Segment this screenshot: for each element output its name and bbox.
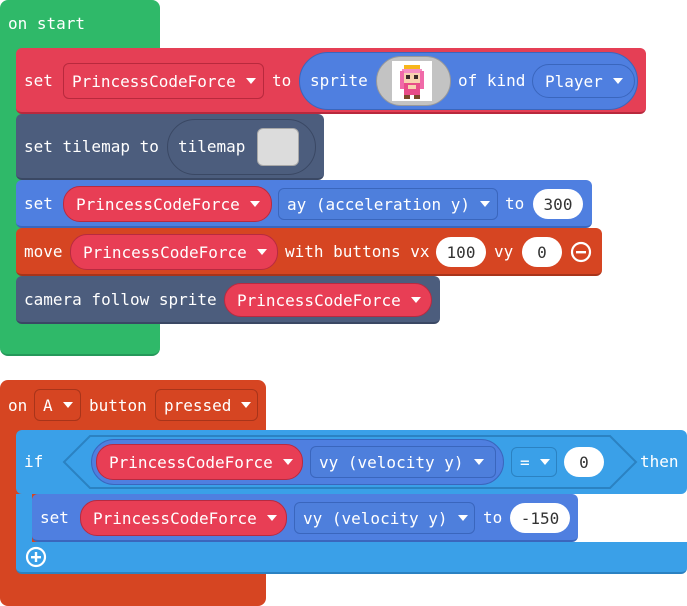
to-label: to <box>505 194 525 213</box>
condition-property-dropdown[interactable]: vy (velocity y) <box>310 446 496 478</box>
event-label: pressed <box>164 395 232 415</box>
chevron-down-icon <box>410 297 421 303</box>
kind-dropdown[interactable]: Player <box>532 64 635 98</box>
set-velocity-variable-label: PrincessCodeForce <box>93 508 257 528</box>
operator-label: = <box>520 452 530 472</box>
vy-label: vy <box>494 242 514 261</box>
sprite-label: sprite <box>310 71 368 90</box>
accel-property-label: ay (acceleration y) <box>287 194 471 214</box>
set-label: set <box>24 194 53 213</box>
camera-variable-label: PrincessCodeForce <box>237 290 401 310</box>
camera-follow-label: camera follow sprite <box>24 290 217 309</box>
chevron-down-icon <box>539 459 550 465</box>
accel-property-dropdown[interactable]: ay (acceleration y) <box>278 188 498 220</box>
chevron-down-icon <box>266 515 277 521</box>
chevron-down-icon <box>612 78 623 84</box>
set-label: set <box>24 71 53 90</box>
sprite-variable-dropdown[interactable]: PrincessCodeForce <box>63 63 264 99</box>
set-velocity-property-dropdown[interactable]: vy (velocity y) <box>294 502 475 534</box>
vy-input[interactable]: 0 <box>522 237 562 267</box>
set-label: set <box>40 508 69 527</box>
condition-variable-label: PrincessCodeForce <box>109 452 273 472</box>
accel-variable-dropdown[interactable]: PrincessCodeForce <box>63 186 272 222</box>
camera-variable-dropdown[interactable]: PrincessCodeForce <box>224 283 432 317</box>
chevron-down-icon <box>480 201 491 207</box>
button-dropdown[interactable]: A <box>34 389 81 421</box>
sprite-variable-label: PrincessCodeForce <box>72 71 236 91</box>
on-label: on <box>8 396 28 415</box>
chevron-down-icon <box>245 78 256 84</box>
set-velocity-value-input[interactable]: -150 <box>510 503 570 533</box>
event-dropdown[interactable]: pressed <box>155 389 258 421</box>
move-variable-label: PrincessCodeForce <box>83 242 247 262</box>
set-velocity-property-label: vy (velocity y) <box>303 508 448 528</box>
vx-input[interactable]: 100 <box>436 237 486 267</box>
add-else-icon[interactable] <box>25 546 47 568</box>
chevron-down-icon <box>62 402 73 408</box>
kind-label: Player <box>545 71 603 91</box>
on-start-label: on start <box>8 14 86 33</box>
button-label: A <box>43 395 53 415</box>
set-tilemap-label: set tilemap to <box>24 137 159 156</box>
chevron-down-icon <box>256 249 267 255</box>
tilemap-image-field[interactable] <box>257 128 299 166</box>
of-kind-label: of kind <box>458 71 526 90</box>
with-buttons-vx-label: with buttons vx <box>285 242 430 261</box>
chevron-down-icon <box>282 459 293 465</box>
condition-variable-dropdown[interactable]: PrincessCodeForce <box>96 444 303 480</box>
princess-sprite-icon <box>392 61 432 101</box>
condition-value-input[interactable]: 0 <box>564 447 604 477</box>
if-block-arm <box>16 494 32 542</box>
if-label: if <box>24 452 44 471</box>
move-variable-dropdown[interactable]: PrincessCodeForce <box>70 234 278 270</box>
chevron-down-icon <box>457 515 468 521</box>
accel-variable-label: PrincessCodeForce <box>76 194 240 214</box>
button-text: button <box>89 396 147 415</box>
then-label: then <box>640 452 679 471</box>
chevron-down-icon <box>249 201 260 207</box>
condition-property-label: vy (velocity y) <box>319 452 464 472</box>
tilemap-label: tilemap <box>178 137 246 156</box>
chevron-down-icon <box>241 402 252 408</box>
set-velocity-variable-dropdown[interactable]: PrincessCodeForce <box>80 500 287 536</box>
to-label: to <box>483 508 503 527</box>
to-label: to <box>272 71 292 90</box>
chevron-down-icon <box>473 459 484 465</box>
move-label: move <box>24 242 63 261</box>
remove-parameter-icon[interactable] <box>570 241 592 263</box>
operator-dropdown[interactable]: = <box>511 447 557 477</box>
if-block-bottom <box>16 542 687 574</box>
accel-value-input[interactable]: 300 <box>533 189 583 219</box>
